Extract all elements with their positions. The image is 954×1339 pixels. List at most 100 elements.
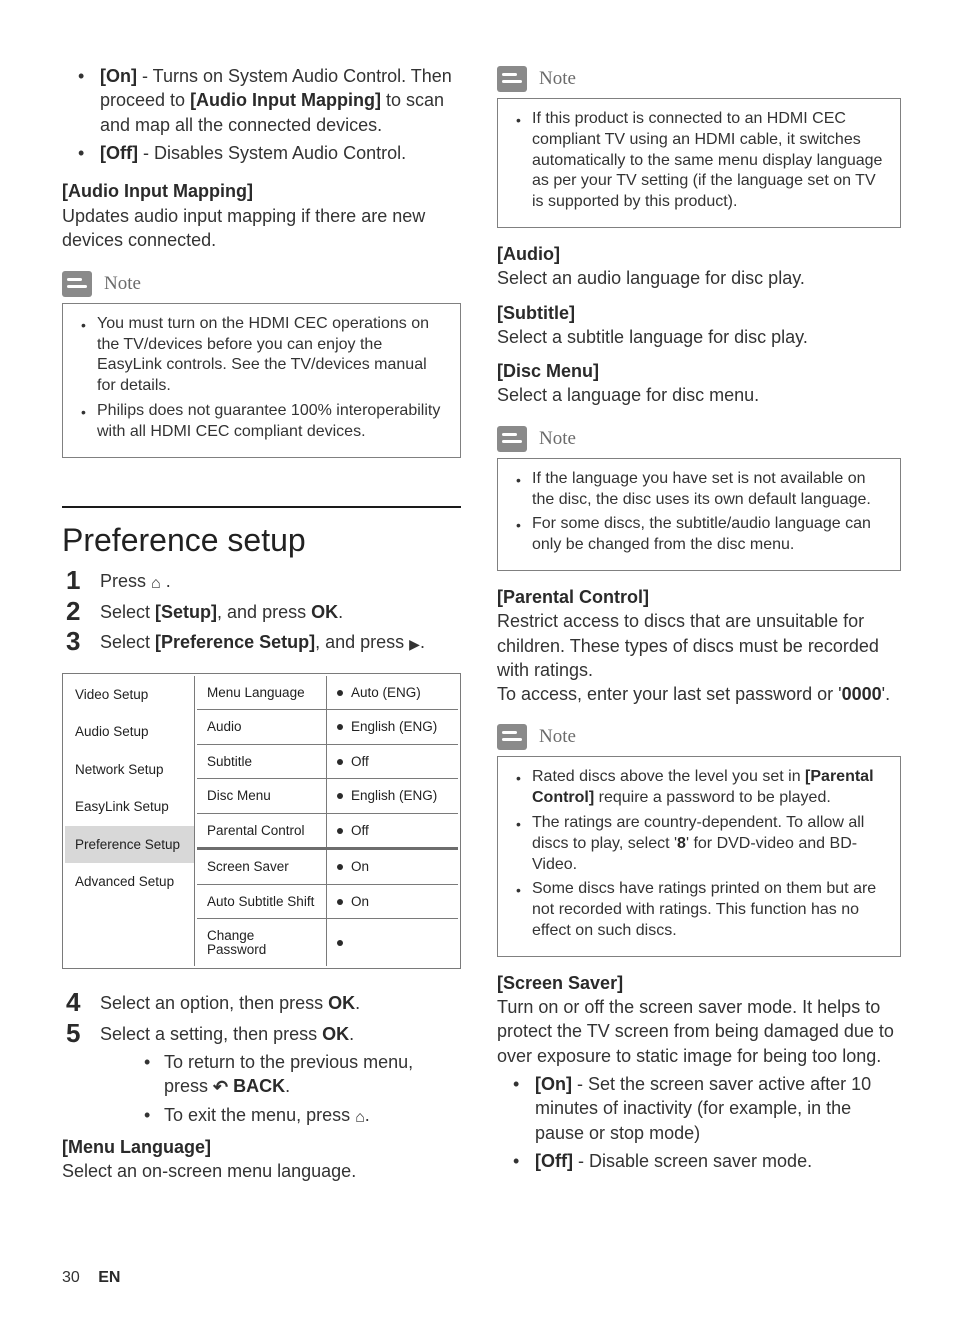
- step-3: Select [Preference Setup], and press ▶.: [100, 630, 461, 654]
- note-header: Note: [497, 724, 901, 750]
- back-icon: ↶: [213, 1075, 228, 1099]
- settings-row[interactable]: Auto Subtitle Shift On: [197, 884, 458, 919]
- note-item: Philips does not guarantee 100% interope…: [97, 401, 448, 443]
- bullet-on: [On] - Turns on System Audio Control. Th…: [100, 64, 461, 137]
- nav-item[interactable]: Audio Setup: [65, 713, 194, 751]
- text: , and press: [315, 632, 409, 652]
- settings-row-value: On: [327, 885, 458, 919]
- sub-bullet-back: To return to the previous menu, press ↶ …: [164, 1050, 461, 1100]
- settings-row-label: Screen Saver: [197, 850, 327, 884]
- settings-table: Video Setup Audio Setup Network Setup Ea…: [62, 673, 461, 970]
- text: Select: [100, 602, 155, 622]
- disc-menu-head: [Disc Menu]: [497, 359, 901, 383]
- text: .: [349, 1024, 354, 1044]
- note-list: If the language you have set is not avai…: [510, 469, 888, 556]
- nav-item[interactable]: Network Setup: [65, 751, 194, 789]
- bullet-on: [On] - Set the screen saver active after…: [535, 1072, 901, 1145]
- bullet-dot-icon: [337, 759, 343, 765]
- value-text: Off: [351, 824, 369, 838]
- note-easylink: Note You must turn on the HDMI CEC opera…: [62, 271, 461, 458]
- nav-item-selected[interactable]: Preference Setup: [65, 826, 194, 864]
- section-title-preference-setup: Preference setup: [62, 522, 461, 559]
- bullet-dot-icon: [337, 724, 343, 730]
- bullet-dot-icon: [337, 940, 343, 946]
- note-icon: [497, 66, 527, 92]
- bullet-off: [Off] - Disable screen saver mode.: [535, 1149, 901, 1173]
- note-title: Note: [539, 428, 576, 450]
- parental-control-head: [Parental Control]: [497, 585, 901, 609]
- bold: OK: [322, 1024, 349, 1044]
- value-text: English (ENG): [351, 789, 437, 803]
- note-item: Rated discs above the level you set in […: [532, 767, 888, 809]
- note-icon: [62, 271, 92, 297]
- note-item: Some discs have ratings printed on them …: [532, 879, 888, 941]
- note-box: Rated discs above the level you set in […: [497, 756, 901, 956]
- note-box: If the language you have set is not avai…: [497, 458, 901, 571]
- settings-row[interactable]: Change Password: [197, 918, 458, 966]
- settings-row[interactable]: SubtitleOff: [197, 744, 458, 779]
- steps-1-3: Press ⌂ . Select [Setup], and press OK. …: [62, 569, 461, 655]
- note-box: You must turn on the HDMI CEC operations…: [62, 303, 461, 458]
- note-item: The ratings are country-dependent. To al…: [532, 813, 888, 875]
- audio-input-mapping-body: Updates audio input mapping if there are…: [62, 204, 461, 253]
- settings-row-label: Auto Subtitle Shift: [197, 885, 327, 919]
- screen-saver-head: [Screen Saver]: [497, 971, 901, 995]
- settings-row[interactable]: Parental ControlOff: [197, 813, 458, 848]
- bullet-off: [Off] - Disables System Audio Control.: [100, 141, 461, 165]
- value-text: Off: [351, 755, 369, 769]
- note-parental: Note Rated discs above the level you set…: [497, 724, 901, 956]
- note-title: Note: [539, 726, 576, 748]
- note-item: If this product is connected to an HDMI …: [532, 109, 888, 213]
- home-icon: ⌂: [151, 573, 161, 595]
- nav-item[interactable]: Video Setup: [65, 676, 194, 714]
- bold: [Setup]: [155, 602, 217, 622]
- section-rule: [62, 506, 461, 508]
- audio-body: Select an audio language for disc play.: [497, 266, 901, 290]
- tag: [On]: [535, 1074, 572, 1094]
- note-icon: [497, 426, 527, 452]
- settings-row-value: Off: [327, 814, 458, 848]
- note-header: Note: [62, 271, 461, 297]
- text: '.: [882, 684, 890, 704]
- note-list: Rated discs above the level you set in […: [510, 767, 888, 941]
- text: .: [338, 602, 343, 622]
- bullet-dot-icon: [337, 899, 343, 905]
- subtitle-head: [Subtitle]: [497, 301, 901, 325]
- settings-row[interactable]: Screen Saver On: [197, 847, 458, 884]
- text: Select an option, then press: [100, 993, 328, 1013]
- bullet-dot-icon: [337, 828, 343, 834]
- note-language: Note If the language you have set is not…: [497, 426, 901, 571]
- text: .: [161, 571, 171, 591]
- bold: OK: [328, 993, 355, 1013]
- settings-rows: Menu LanguageAuto (ENG)AudioEnglish (ENG…: [197, 676, 458, 967]
- note-icon: [497, 724, 527, 750]
- text: To exit the menu, press: [164, 1105, 355, 1125]
- value-text: On: [351, 895, 369, 909]
- step-2: Select [Setup], and press OK.: [100, 600, 461, 624]
- settings-row[interactable]: Menu LanguageAuto (ENG): [197, 676, 458, 710]
- note-box: If this product is connected to an HDMI …: [497, 98, 901, 228]
- nav-item[interactable]: EasyLink Setup: [65, 788, 194, 826]
- settings-row[interactable]: Disc MenuEnglish (ENG): [197, 778, 458, 813]
- settings-row[interactable]: AudioEnglish (ENG): [197, 709, 458, 744]
- page: [On] - Turns on System Audio Control. Th…: [0, 0, 954, 1339]
- text: .: [420, 632, 425, 652]
- text: Press: [100, 571, 151, 591]
- settings-row-value: On: [327, 850, 458, 884]
- tag: [Off]: [535, 1151, 573, 1171]
- value-text: On: [351, 860, 369, 874]
- screen-saver-bullets: [On] - Set the screen saver active after…: [497, 1072, 901, 1173]
- value-text: Auto (ENG): [351, 686, 421, 700]
- nav-item[interactable]: Advanced Setup: [65, 863, 194, 901]
- settings-row-value: [327, 919, 458, 966]
- settings-left-nav: Video Setup Audio Setup Network Setup Ea…: [65, 676, 195, 967]
- text: - Disable screen saver mode.: [573, 1151, 812, 1171]
- note-item: If the language you have set is not avai…: [532, 469, 888, 511]
- two-column-layout: [On] - Turns on System Audio Control. Th…: [62, 60, 901, 1184]
- settings-row-value: Auto (ENG): [327, 676, 458, 710]
- sub-bullet-home: To exit the menu, press ⌂.: [164, 1103, 461, 1129]
- text: .: [355, 993, 360, 1013]
- text: Select: [100, 632, 155, 652]
- home-icon: ⌂: [355, 1107, 365, 1129]
- text: To access, enter your last set password …: [497, 684, 842, 704]
